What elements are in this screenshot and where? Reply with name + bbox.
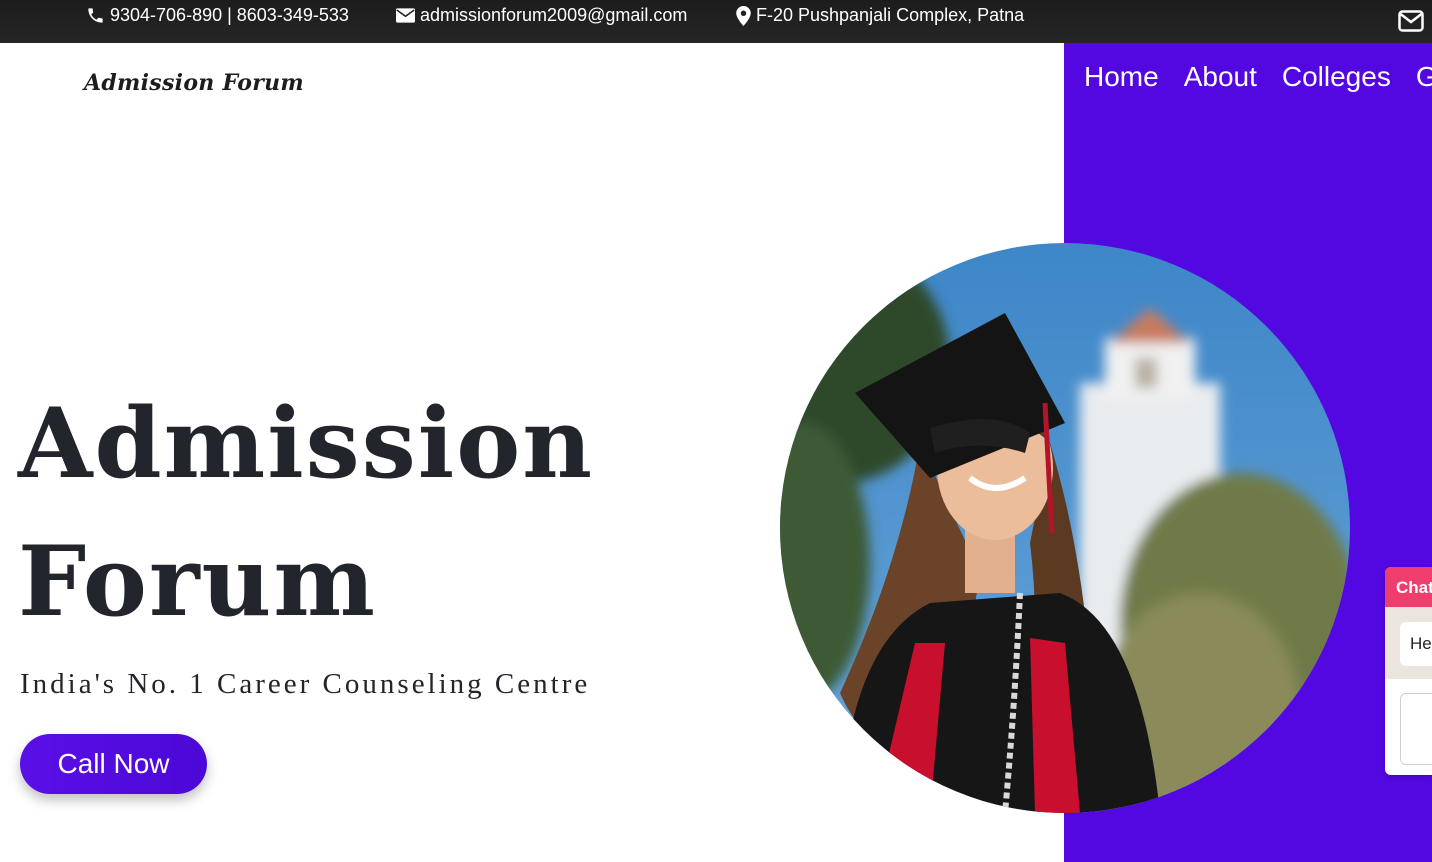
chat-input[interactable] [1400,693,1432,765]
chat-message-bubble: He [1400,622,1432,666]
hero-title: Admission Forum [18,375,594,651]
nav-item-home[interactable]: Home [1084,61,1159,93]
phone-icon [86,6,105,25]
call-now-button[interactable]: Call Now [20,734,207,794]
main-nav: Home About Colleges G [1084,61,1432,93]
nav-item-about[interactable]: About [1184,61,1257,93]
hero-title-line1: Admission [18,387,595,500]
contact-email[interactable]: admissionforum2009@gmail.com [396,5,687,26]
hero-subtitle: India's No. 1 Career Counseling Centre [20,668,591,700]
nav-item-clipped[interactable]: G [1416,61,1432,93]
top-info-bar: 9304-706-890 | 8603-349-533 admissionfor… [0,0,1432,43]
contact-address[interactable]: F-20 Pushpanjali Complex, Patna [736,5,1024,26]
hero-graduate-image [780,243,1350,813]
hero-title-line2: Forum [18,525,377,638]
email-address: admissionforum2009@gmail.com [420,5,688,25]
mail-icon[interactable] [1398,10,1424,32]
nav-item-colleges[interactable]: Colleges [1282,61,1391,93]
address-text: F-20 Pushpanjali Complex, Patna [756,5,1025,25]
map-pin-icon [736,5,751,26]
chat-widget[interactable]: Chat He [1385,567,1432,775]
chat-input-area [1385,679,1432,775]
phone-numbers: 9304-706-890 | 8603-349-533 [110,5,349,25]
envelope-icon [396,8,415,23]
contact-phone[interactable]: 9304-706-890 | 8603-349-533 [86,5,349,26]
site-logo[interactable]: Admission Forum [84,70,304,96]
chat-header[interactable]: Chat [1385,567,1432,607]
